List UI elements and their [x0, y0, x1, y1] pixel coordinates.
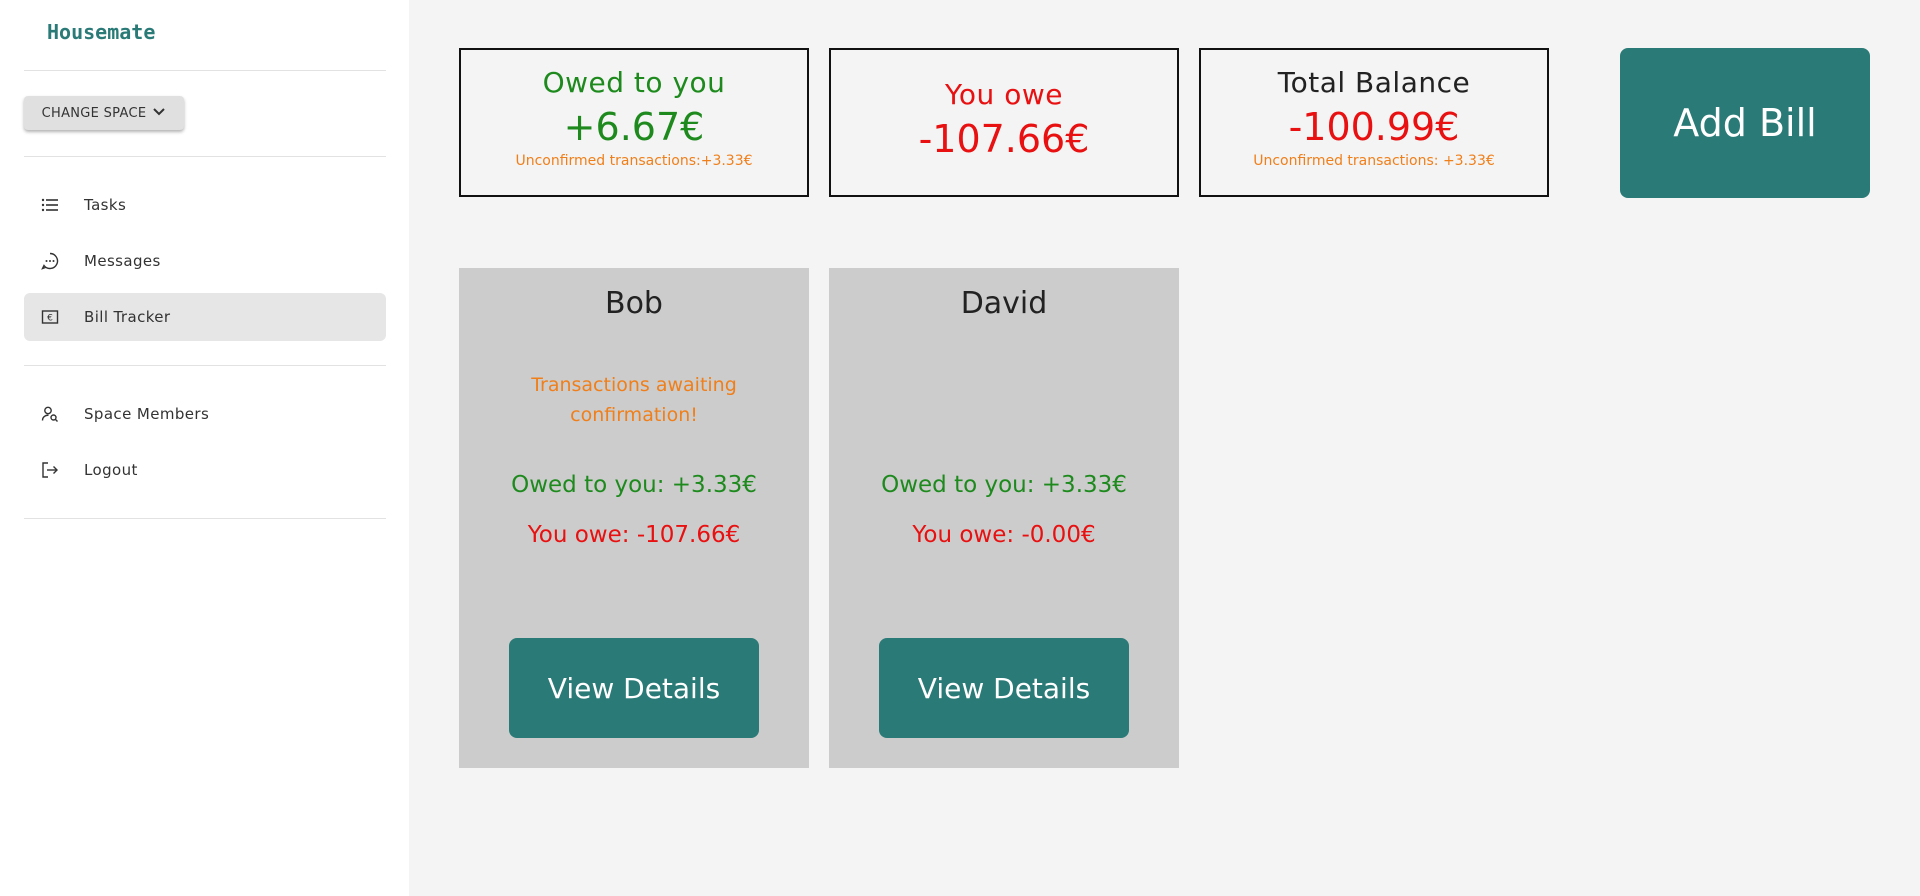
sidebar: Housemate CHANGE SPACE Tasks Messages € … [0, 0, 409, 896]
member-card: Bob Transactions awaiting confirmation! … [459, 268, 809, 768]
sidebar-item-label: Space Members [84, 405, 210, 423]
divider [24, 156, 386, 157]
total-amount: -100.99€ [1288, 105, 1460, 149]
sidebar-item-label: Logout [84, 461, 138, 479]
owe-title: You owe [945, 78, 1063, 111]
euro-bill-icon: € [40, 307, 60, 327]
change-space-label: CHANGE SPACE [41, 105, 147, 121]
divider [24, 518, 386, 519]
you-owe-summary: You owe -107.66€ [829, 48, 1179, 197]
member-owe: You owe: -0.00€ [912, 522, 1096, 548]
unconfirmed-note: Unconfirmed transactions:+3.33€ [515, 153, 753, 169]
total-balance-summary: Total Balance -100.99€ Unconfirmed trans… [1199, 48, 1549, 197]
divider [24, 365, 386, 366]
member-name: Bob [605, 286, 663, 321]
member-owe: You owe: -107.66€ [527, 522, 741, 548]
logout-icon [40, 460, 60, 480]
add-bill-button[interactable]: Add Bill [1620, 48, 1870, 198]
user-search-icon [40, 404, 60, 424]
list-icon [40, 195, 60, 215]
unconfirmed-note: Unconfirmed transactions: +3.33€ [1253, 153, 1495, 169]
svg-text:€: € [47, 314, 53, 324]
sidebar-item-bill-tracker[interactable]: € Bill Tracker [24, 293, 386, 341]
member-owed: Owed to you: +3.33€ [881, 472, 1127, 498]
change-space-button[interactable]: CHANGE SPACE [24, 96, 184, 130]
sidebar-item-label: Messages [84, 252, 161, 270]
chevron-down-icon [152, 104, 166, 122]
member-owed: Owed to you: +3.33€ [511, 472, 757, 498]
view-details-button[interactable]: View Details [509, 638, 759, 738]
owed-to-you-summary: Owed to you +6.67€ Unconfirmed transacti… [459, 48, 809, 197]
total-title: Total Balance [1277, 66, 1471, 99]
divider [24, 70, 386, 71]
owed-amount: +6.67€ [563, 105, 705, 149]
owe-amount: -107.66€ [918, 117, 1090, 161]
app-brand[interactable]: Housemate [47, 20, 155, 44]
owed-title: Owed to you [542, 66, 726, 99]
sidebar-item-logout[interactable]: Logout [24, 446, 386, 494]
member-name: David [960, 286, 1048, 321]
sidebar-item-tasks[interactable]: Tasks [24, 181, 386, 229]
awaiting-confirmation-note: Transactions awaiting confirmation! [531, 374, 737, 426]
chat-bubble-icon [40, 251, 60, 271]
sidebar-item-space-members[interactable]: Space Members [24, 390, 386, 438]
sidebar-item-label: Bill Tracker [84, 308, 171, 326]
view-details-button[interactable]: View Details [879, 638, 1129, 738]
sidebar-item-label: Tasks [84, 196, 127, 214]
sidebar-item-messages[interactable]: Messages [24, 237, 386, 285]
member-card: David Owed to you: +3.33€ You owe: -0.00… [829, 268, 1179, 768]
